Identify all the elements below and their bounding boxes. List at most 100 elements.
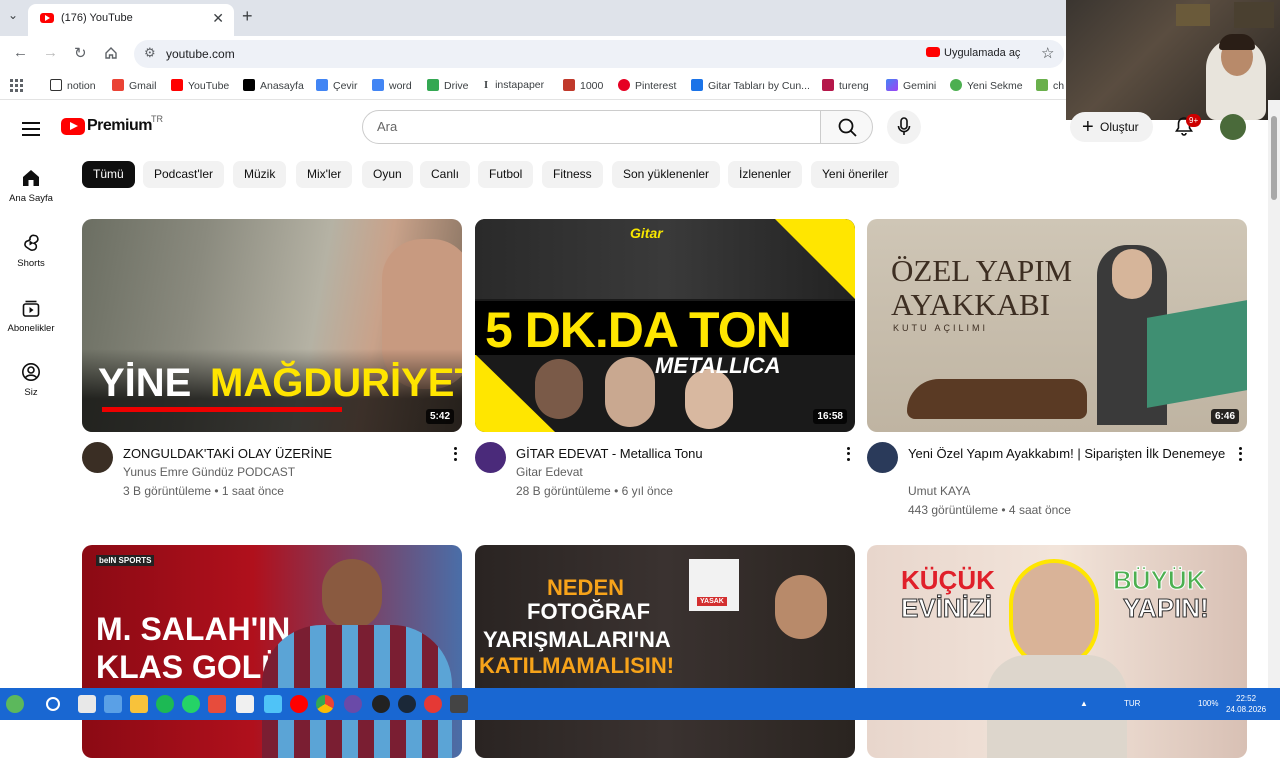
- bookmark-star-icon[interactable]: ☆: [1041, 44, 1054, 62]
- create-button[interactable]: + Oluştur: [1070, 112, 1153, 142]
- video-thumbnail[interactable]: NEDEN FOTOĞRAF YARIŞMALARI'NA KATILMAMAL…: [475, 545, 855, 758]
- home-button-icon[interactable]: [104, 46, 118, 65]
- bookmark-cevir[interactable]: Çevir: [316, 79, 358, 92]
- youtube-taskbar-icon[interactable]: [290, 695, 308, 713]
- more-options-icon[interactable]: [847, 444, 851, 463]
- bookmark-gitar-tablari[interactable]: Gitar Tabları by Cun...: [691, 79, 810, 92]
- video-title[interactable]: ZONGULDAK'TAKİ OLAY ÜZERİNE: [123, 444, 443, 463]
- channel-avatar[interactable]: [82, 442, 113, 473]
- channel-name[interactable]: Gitar Edevat: [516, 465, 583, 479]
- chip-tumu[interactable]: Tümü: [82, 161, 135, 188]
- app-icon[interactable]: [236, 695, 254, 713]
- sidebar-item-subscriptions[interactable]: Abonelikler: [0, 298, 62, 334]
- chip-football[interactable]: Futbol: [478, 161, 534, 188]
- browser-tab-youtube[interactable]: (176) YouTube ✕: [28, 4, 234, 36]
- spotify-icon[interactable]: [156, 695, 174, 713]
- app-icon[interactable]: [344, 695, 362, 713]
- channel-name[interactable]: Yunus Emre Gündüz PODCAST: [123, 465, 295, 479]
- store-icon[interactable]: [104, 695, 122, 713]
- file-explorer-icon[interactable]: [130, 695, 148, 713]
- video-card[interactable]: beIN SPORTS M. SALAH'IN KLAS GOLÜ!: [82, 545, 462, 758]
- app-icon[interactable]: [450, 695, 468, 713]
- bookmark-label: Çevir: [333, 80, 358, 92]
- more-options-icon[interactable]: [454, 444, 458, 463]
- video-thumbnail[interactable]: YİNE MAĞDURİYET 5:42: [82, 219, 462, 432]
- obs-icon[interactable]: [372, 695, 390, 713]
- bookmark-ch[interactable]: ch: [1036, 79, 1064, 92]
- voice-search-button[interactable]: [887, 110, 921, 144]
- menu-hamburger-icon[interactable]: [22, 118, 40, 140]
- forward-icon[interactable]: →: [43, 44, 58, 61]
- new-tab-icon[interactable]: +: [242, 6, 253, 27]
- video-card[interactable]: ÖZEL YAPIM AYAKKABI KUTU AÇILIMI 6:46 Ye…: [867, 219, 1247, 517]
- tab-search-chevron-icon[interactable]: ⌄: [8, 8, 18, 22]
- sidebar-item-you[interactable]: Siz: [0, 362, 62, 398]
- chip-recently-uploaded[interactable]: Son yüklenenler: [612, 161, 721, 188]
- tab-close-icon[interactable]: ✕: [212, 10, 224, 27]
- video-card[interactable]: YİNE MAĞDURİYET 5:42 ZONGULDAK'TAKİ OLAY…: [82, 219, 462, 512]
- tray-chevron-icon[interactable]: ▲: [1080, 699, 1088, 708]
- video-card[interactable]: NEDEN FOTOĞRAF YARIŞMALARI'NA KATILMAMAL…: [475, 545, 855, 758]
- bookmark-pinterest[interactable]: Pinterest: [618, 79, 676, 92]
- thumb-text: METALLICA: [655, 353, 781, 378]
- chip-live[interactable]: Canlı: [420, 161, 471, 188]
- search-taskbar-icon[interactable]: [46, 697, 60, 711]
- bookmark-gmail[interactable]: Gmail: [112, 79, 156, 92]
- video-thumbnail[interactable]: Gitar 5 DK.DA TON METALLICA 16:58: [475, 219, 855, 432]
- channel-avatar[interactable]: [475, 442, 506, 473]
- site-settings-icon[interactable]: ⚙: [144, 45, 156, 61]
- whatsapp-icon[interactable]: [182, 695, 200, 713]
- bookmark-notion[interactable]: notion: [50, 79, 96, 92]
- search-button[interactable]: [820, 110, 873, 144]
- channel-name[interactable]: Umut KAYA: [908, 484, 970, 498]
- video-card[interactable]: Gitar 5 DK.DA TON METALLICA 16:58 GİTAR …: [475, 219, 855, 512]
- bookmark-instapaper[interactable]: Iinstapaper: [484, 79, 544, 91]
- chip-gaming[interactable]: Oyun: [362, 161, 413, 188]
- input-language[interactable]: TUR: [1124, 699, 1140, 708]
- chip-music[interactable]: Müzik: [233, 161, 287, 188]
- bookmark-word[interactable]: word: [372, 79, 412, 92]
- start-button-icon[interactable]: [6, 695, 24, 713]
- app-icon[interactable]: [264, 695, 282, 713]
- page-scrollbar[interactable]: [1268, 100, 1280, 690]
- bookmark-drive[interactable]: Drive: [427, 79, 469, 92]
- scrollbar-thumb[interactable]: [1271, 116, 1277, 200]
- bookmark-1000[interactable]: 1000: [563, 79, 603, 92]
- search-input[interactable]: [377, 119, 797, 134]
- sidebar-item-home[interactable]: Ana Sayfa: [0, 168, 62, 204]
- account-avatar[interactable]: [1220, 114, 1246, 140]
- bookmark-anasayfa[interactable]: Anasayfa: [243, 79, 304, 92]
- bookmark-gemini[interactable]: Gemini: [886, 79, 936, 92]
- app-icon[interactable]: [424, 695, 442, 713]
- video-thumbnail[interactable]: KÜÇÜK EVİNİZİ BÜYÜK YAPIN!: [867, 545, 1247, 758]
- bookmark-tureng[interactable]: tureng: [822, 79, 869, 92]
- chip-mixes[interactable]: Mix'ler: [296, 161, 353, 188]
- app-icon[interactable]: [208, 695, 226, 713]
- bookmark-youtube[interactable]: YouTube: [171, 79, 229, 92]
- chip-fitness[interactable]: Fitness: [542, 161, 603, 188]
- video-thumbnail[interactable]: beIN SPORTS M. SALAH'IN KLAS GOLÜ!: [82, 545, 462, 758]
- back-icon[interactable]: ←: [13, 44, 28, 61]
- address-bar[interactable]: ⚙ youtube.com: [134, 40, 1064, 68]
- steam-icon[interactable]: [398, 695, 416, 713]
- chrome-icon[interactable]: [316, 695, 334, 713]
- sidebar-item-shorts[interactable]: Shorts: [0, 233, 62, 269]
- video-title[interactable]: Yeni Özel Yapım Ayakkabım! | Siparişten …: [908, 444, 1228, 463]
- search-box[interactable]: [362, 110, 821, 144]
- video-thumbnail[interactable]: ÖZEL YAPIM AYAKKABI KUTU AÇILIMI 6:46: [867, 219, 1247, 432]
- apps-grid-icon[interactable]: [10, 79, 23, 95]
- channel-avatar[interactable]: [867, 442, 898, 473]
- chip-new-to-you[interactable]: Yeni öneriler: [811, 161, 900, 188]
- task-view-icon[interactable]: [78, 695, 96, 713]
- chip-podcasts[interactable]: Podcast'ler: [143, 161, 224, 188]
- youtube-premium-logo[interactable]: Premium TR: [61, 114, 163, 135]
- video-title[interactable]: GİTAR EDEVAT - Metallica Tonu: [516, 444, 836, 463]
- chip-watched[interactable]: İzlenenler: [728, 161, 803, 188]
- battery-level[interactable]: 100%: [1198, 699, 1218, 708]
- more-options-icon[interactable]: [1239, 444, 1243, 463]
- open-in-app-button[interactable]: Uygulamada aç: [926, 47, 1020, 59]
- taskbar-clock[interactable]: 22:52 24.08.2026: [1226, 693, 1266, 715]
- video-card[interactable]: KÜÇÜK EVİNİZİ BÜYÜK YAPIN!: [867, 545, 1247, 758]
- bookmark-yeni-sekme[interactable]: Yeni Sekme: [950, 79, 1023, 92]
- reload-icon[interactable]: ↻: [74, 44, 87, 62]
